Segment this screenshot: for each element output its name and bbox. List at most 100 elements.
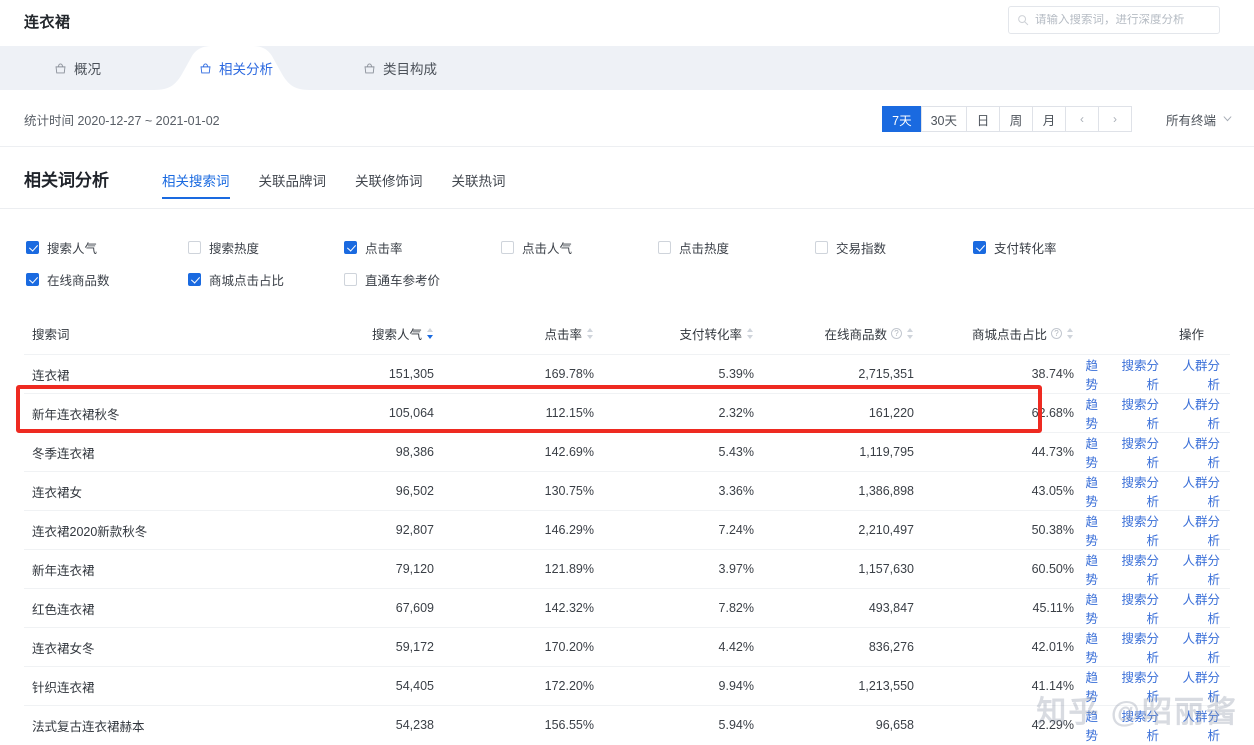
metric-checkbox-pay-conversion[interactable]: 支付转化率 (973, 238, 1057, 257)
action-link-search-analysis[interactable]: 搜索分析 (1111, 472, 1159, 510)
action-link-search-analysis[interactable]: 搜索分析 (1111, 355, 1159, 393)
action-link-trend[interactable]: 趋势 (1074, 550, 1098, 588)
range-button-30d[interactable]: 30天 (921, 106, 967, 132)
action-link-search-analysis[interactable]: 搜索分析 (1111, 394, 1159, 432)
cell-mall-click-share: 42.01% (914, 640, 1074, 654)
action-link-trend[interactable]: 趋势 (1074, 394, 1098, 432)
cell-keyword: 新年连衣裙 (24, 560, 274, 579)
info-question-icon[interactable]: ? (891, 328, 902, 339)
stat-time-label: 统计时间 2020-12-27 ~ 2021-01-02 (24, 110, 220, 129)
cell-mall-click-share: 45.11% (914, 601, 1074, 615)
cell-mall-click-share: 38.74% (914, 367, 1074, 381)
action-link-trend[interactable]: 趋势 (1074, 433, 1098, 471)
metric-checkbox-online-items[interactable]: 在线商品数 (26, 270, 188, 289)
cell-keyword: 针织连衣裙 (24, 677, 274, 696)
column-header-pay-conversion[interactable]: 支付转化率 (594, 324, 754, 343)
action-link-crowd-analysis[interactable]: 人群分析 (1172, 394, 1220, 432)
action-link-group: 趋势搜索分析人群分析 (1074, 355, 1220, 393)
prev-period-button[interactable]: ‹ (1065, 106, 1099, 132)
range-button-7d[interactable]: 7天 (882, 106, 921, 132)
action-link-trend[interactable]: 趋势 (1074, 472, 1098, 510)
action-link-search-analysis[interactable]: 搜索分析 (1111, 433, 1159, 471)
cell-online-items: 493,847 (754, 601, 914, 615)
tab-category-composition[interactable]: 类目构成 (345, 46, 455, 90)
column-header-mall-click-share[interactable]: 商城点击占比 ? (914, 324, 1074, 343)
cell-pay-conversion: 9.94% (594, 679, 754, 693)
range-button-day[interactable]: 日 (966, 106, 1000, 132)
action-link-search-analysis[interactable]: 搜索分析 (1111, 667, 1159, 705)
action-link-trend[interactable]: 趋势 (1074, 589, 1098, 627)
metric-checkbox-mall-click-share[interactable]: 商城点击占比 (188, 270, 344, 289)
action-link-crowd-analysis[interactable]: 人群分析 (1172, 355, 1220, 393)
metric-checkbox-search-heat[interactable]: 搜索热度 (188, 238, 344, 257)
action-link-search-analysis[interactable]: 搜索分析 (1111, 706, 1159, 744)
page-title: 连衣裙 (24, 11, 71, 32)
action-link-trend[interactable]: 趋势 (1074, 628, 1098, 666)
action-link-crowd-analysis[interactable]: 人群分析 (1172, 550, 1220, 588)
column-header-online-items[interactable]: 在线商品数 ? (754, 324, 914, 343)
metric-checkbox-search-popularity[interactable]: 搜索人气 (26, 238, 188, 257)
sort-toggle-icon[interactable] (746, 327, 754, 340)
column-label: 点击率 (544, 324, 582, 343)
subtab-related-hot-words[interactable]: 关联热词 (452, 170, 506, 199)
cell-actions: 趋势搜索分析人群分析 (1074, 706, 1230, 744)
sort-toggle-icon[interactable] (426, 327, 434, 340)
cell-keyword: 连衣裙女 (24, 482, 274, 501)
action-link-trend[interactable]: 趋势 (1074, 706, 1098, 744)
sort-toggle-icon[interactable] (1066, 327, 1074, 340)
sort-toggle-icon[interactable] (586, 327, 594, 340)
table-row: 针织连衣裙54,405172.20%9.94%1,213,55041.14%趋势… (24, 666, 1230, 705)
cell-keyword: 新年连衣裙秋冬 (24, 404, 274, 423)
search-box[interactable] (1008, 6, 1220, 34)
column-header-search-popularity[interactable]: 搜索人气 (274, 324, 434, 343)
action-link-crowd-analysis[interactable]: 人群分析 (1172, 628, 1220, 666)
action-link-crowd-analysis[interactable]: 人群分析 (1172, 667, 1220, 705)
next-period-button[interactable]: › (1098, 106, 1132, 132)
cell-ctr: 142.32% (434, 601, 594, 615)
metric-checkbox-click-heat[interactable]: 点击热度 (658, 238, 815, 257)
subtab-related-modifier-words[interactable]: 关联修饰词 (355, 170, 423, 199)
action-link-crowd-analysis[interactable]: 人群分析 (1172, 433, 1220, 471)
action-link-trend[interactable]: 趋势 (1074, 667, 1098, 705)
subtab-related-search-words[interactable]: 相关搜索词 (162, 170, 230, 199)
metric-checkbox-click-popularity[interactable]: 点击人气 (501, 238, 658, 257)
tab-overview[interactable]: 概况 (36, 46, 119, 90)
tab-related-analysis[interactable]: 相关分析 (174, 46, 298, 90)
cell-online-items: 161,220 (754, 406, 914, 420)
cell-online-items: 2,715,351 (754, 367, 914, 381)
metric-checkbox-trade-index[interactable]: 交易指数 (815, 238, 973, 257)
toolbar-divider (0, 146, 1254, 147)
cell-actions: 趋势搜索分析人群分析 (1074, 472, 1230, 510)
action-link-group: 趋势搜索分析人群分析 (1074, 667, 1220, 705)
action-link-crowd-analysis[interactable]: 人群分析 (1172, 511, 1220, 549)
metric-checkbox-ztc-ref-price[interactable]: 直通车参考价 (344, 270, 440, 289)
action-link-trend[interactable]: 趋势 (1074, 511, 1098, 549)
column-label: 支付转化率 (679, 324, 742, 343)
checkbox-box (344, 273, 357, 286)
search-input[interactable] (1035, 14, 1211, 26)
info-question-icon[interactable]: ? (1051, 328, 1062, 339)
sort-toggle-icon[interactable] (906, 327, 914, 340)
metric-checkbox-ctr[interactable]: 点击率 (344, 238, 501, 257)
terminal-filter-dropdown[interactable]: 所有终端 (1166, 110, 1232, 129)
metric-filter-group: 搜索人气 搜索热度 点击率 点击人气 点击热度 (26, 238, 1206, 302)
action-link-search-analysis[interactable]: 搜索分析 (1111, 511, 1159, 549)
action-link-trend[interactable]: 趋势 (1074, 355, 1098, 393)
action-link-crowd-analysis[interactable]: 人群分析 (1172, 706, 1220, 744)
cell-ctr: 146.29% (434, 523, 594, 537)
cell-search-popularity: 79,120 (274, 562, 434, 576)
column-header-ctr[interactable]: 点击率 (434, 324, 594, 343)
cell-pay-conversion: 3.36% (594, 484, 754, 498)
action-link-search-analysis[interactable]: 搜索分析 (1111, 589, 1159, 627)
cell-pay-conversion: 5.94% (594, 718, 754, 732)
action-link-search-analysis[interactable]: 搜索分析 (1111, 628, 1159, 666)
range-button-week[interactable]: 周 (999, 106, 1033, 132)
subtab-related-brand-words[interactable]: 关联品牌词 (259, 170, 327, 199)
range-button-month[interactable]: 月 (1032, 106, 1066, 132)
action-link-crowd-analysis[interactable]: 人群分析 (1172, 589, 1220, 627)
table-row: 法式复古连衣裙赫本54,238156.55%5.94%96,65842.29%趋… (24, 705, 1230, 744)
action-link-crowd-analysis[interactable]: 人群分析 (1172, 472, 1220, 510)
cell-actions: 趋势搜索分析人群分析 (1074, 394, 1230, 432)
cell-actions: 趋势搜索分析人群分析 (1074, 550, 1230, 588)
action-link-search-analysis[interactable]: 搜索分析 (1111, 550, 1159, 588)
